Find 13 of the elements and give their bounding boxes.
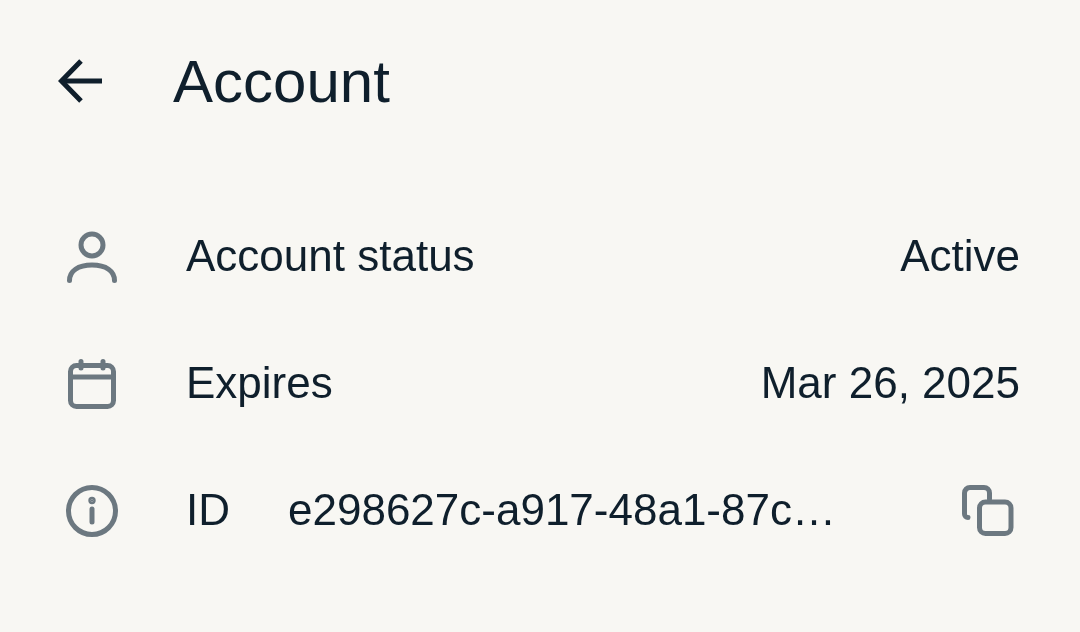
calendar-icon bbox=[68, 358, 116, 409]
copy-button[interactable] bbox=[962, 485, 1014, 536]
row-label: Account status bbox=[186, 231, 475, 282]
copy-icon bbox=[962, 485, 1014, 536]
info-icon bbox=[66, 484, 118, 537]
row-value: Mar 26, 2025 bbox=[760, 358, 1020, 409]
page-title: Account bbox=[173, 46, 390, 116]
row-label: ID bbox=[186, 485, 231, 536]
person-icon bbox=[67, 230, 117, 283]
back-button[interactable] bbox=[58, 59, 104, 103]
id-value: e298627c-a917-48a1-87c… bbox=[288, 485, 836, 536]
row-value: Active bbox=[900, 231, 1020, 282]
row-label: Expires bbox=[186, 358, 333, 409]
